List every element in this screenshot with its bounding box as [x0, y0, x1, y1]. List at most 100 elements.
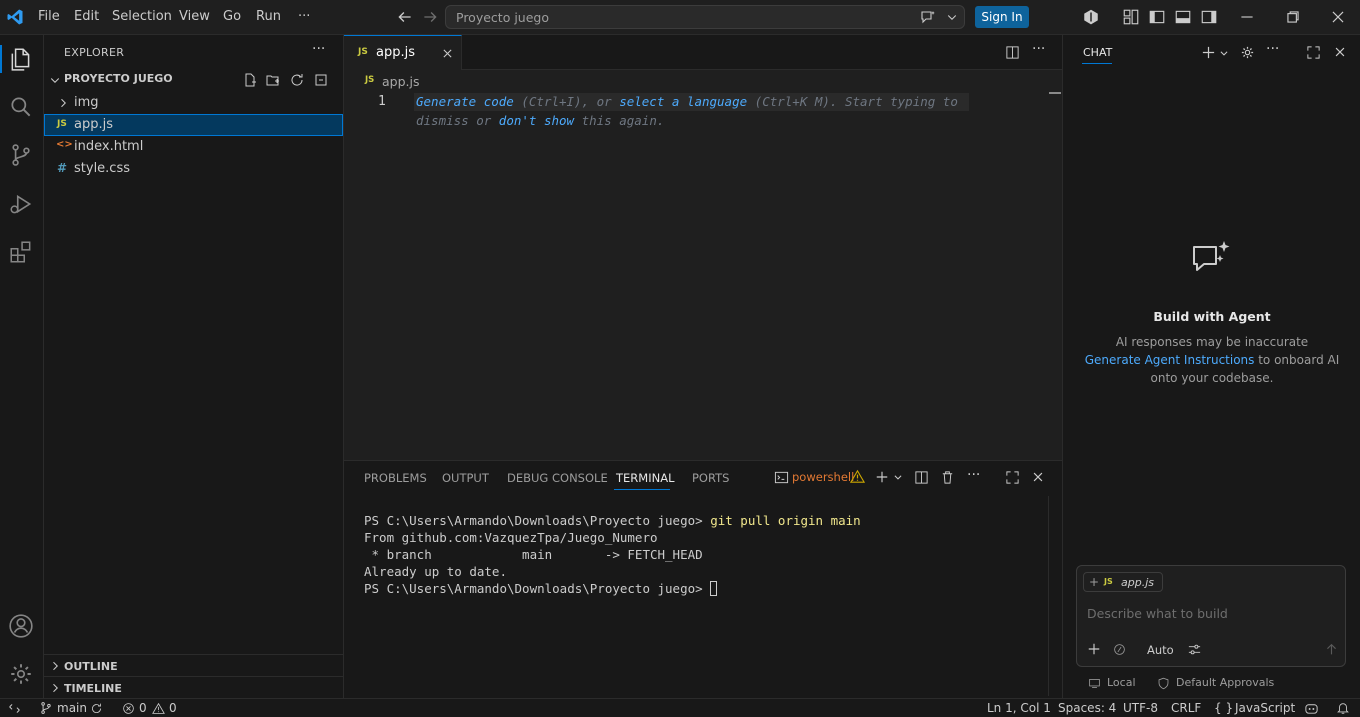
error-count[interactable]: 0	[139, 701, 147, 715]
send-arrow-icon[interactable]	[1325, 643, 1338, 656]
new-terminal-icon[interactable]	[875, 470, 889, 484]
chat-settings-gear-icon[interactable]	[1240, 45, 1255, 60]
language-mode[interactable]: JavaScript	[1235, 701, 1295, 715]
terminal-scrollbar[interactable]	[1048, 496, 1049, 696]
chevron-down-icon[interactable]	[893, 472, 903, 482]
chat-sparkle-icon[interactable]	[920, 9, 936, 25]
panel-tab-output[interactable]: OUTPUT	[442, 471, 489, 485]
close-chat-icon[interactable]	[1333, 45, 1347, 59]
generate-instructions-link[interactable]: Generate Agent Instructions	[1085, 353, 1255, 367]
minimize-icon[interactable]	[1238, 8, 1256, 26]
menu-run[interactable]: Run	[256, 9, 281, 24]
command-center-search[interactable]: Proyecto juego	[445, 5, 965, 29]
copilot-icon[interactable]	[1082, 8, 1100, 26]
breadcrumb[interactable]: app.js	[382, 74, 420, 89]
sync-icon[interactable]	[90, 702, 103, 715]
panel-tab-debug-console[interactable]: DEBUG CONSOLE	[507, 471, 608, 485]
cursor-position[interactable]: Ln 1, Col 1	[987, 701, 1051, 715]
menu-selection[interactable]: Selection	[112, 9, 172, 24]
customize-layout-icon[interactable]	[1122, 8, 1140, 26]
chat-input-placeholder[interactable]: Describe what to build	[1087, 606, 1228, 621]
outline-section[interactable]: OUTLINE	[44, 654, 343, 676]
line-endings[interactable]: CRLF	[1171, 701, 1201, 715]
restore-icon[interactable]	[1284, 8, 1302, 26]
menu-more[interactable]: ···	[298, 9, 310, 24]
configure-tools-icon[interactable]	[1187, 642, 1202, 657]
menu-go[interactable]: Go	[223, 9, 241, 24]
notifications-bell-icon[interactable]	[1336, 701, 1350, 715]
panel-tab-ports[interactable]: PORTS	[692, 471, 729, 485]
toggle-primary-sidebar-icon[interactable]	[1148, 8, 1166, 26]
chat-more-button[interactable]: ···	[1266, 41, 1279, 57]
encoding[interactable]: UTF-8	[1123, 701, 1158, 715]
add-attachment-icon[interactable]	[1087, 642, 1101, 656]
new-chat-icon[interactable]	[1201, 45, 1216, 60]
extensions-icon[interactable]	[8, 239, 34, 265]
tab-app-js[interactable]: JS app.js	[344, 35, 462, 70]
toggle-secondary-sidebar-icon[interactable]	[1200, 8, 1218, 26]
add-context-icon[interactable]: +	[1089, 575, 1099, 589]
panel-tab-problems[interactable]: PROBLEMS	[364, 471, 427, 485]
local-computer-icon[interactable]	[1088, 677, 1101, 690]
copilot-status-icon[interactable]	[1304, 701, 1319, 716]
menu-edit[interactable]: Edit	[74, 9, 99, 24]
back-arrow-icon[interactable]	[396, 8, 414, 26]
tree-item-app-js[interactable]: JS app.js	[44, 114, 343, 136]
warning-icon[interactable]	[152, 702, 165, 715]
editor-area[interactable]: JS app.js 1 Generate code (Ctrl+I), or s…	[344, 70, 1062, 460]
approvals-label[interactable]: Default Approvals	[1176, 676, 1274, 689]
terminal-line-5[interactable]: PS C:\Users\Armando\Downloads\Proyecto j…	[364, 581, 718, 596]
chevron-down-icon[interactable]	[946, 11, 958, 23]
collapse-all-icon[interactable]	[313, 72, 329, 88]
remote-icon[interactable]	[8, 702, 21, 715]
toggle-panel-icon[interactable]	[1174, 8, 1192, 26]
menu-file[interactable]: File	[38, 9, 60, 24]
tools-icon[interactable]	[1113, 643, 1126, 656]
tab-close-icon[interactable]	[441, 47, 454, 60]
source-control-icon[interactable]	[8, 142, 34, 168]
generate-code-link[interactable]: Generate code	[416, 94, 514, 109]
new-folder-icon[interactable]	[265, 72, 281, 88]
dont-show-link[interactable]: don't show	[499, 113, 574, 128]
shell-name[interactable]: powershell	[792, 470, 854, 484]
error-icon[interactable]	[122, 702, 135, 715]
warning-icon[interactable]	[850, 469, 865, 484]
indentation[interactable]: Spaces: 4	[1058, 701, 1116, 715]
refresh-icon[interactable]	[289, 72, 305, 88]
explorer-more-button[interactable]: ···	[312, 41, 325, 57]
forward-arrow-icon[interactable]	[421, 8, 439, 26]
panel-more-button[interactable]: ···	[967, 467, 980, 483]
window-close-icon[interactable]	[1329, 8, 1347, 26]
panel-tab-terminal[interactable]: TERMINAL	[616, 471, 674, 485]
split-editor-icon[interactable]	[1005, 45, 1020, 60]
select-language-link[interactable]: select a language	[619, 94, 747, 109]
menu-view[interactable]: View	[179, 9, 210, 24]
tree-item-index-html[interactable]: <> index.html	[44, 136, 343, 158]
sign-in-button[interactable]: Sign In	[975, 6, 1029, 28]
close-panel-icon[interactable]	[1031, 470, 1045, 484]
shield-icon[interactable]	[1157, 677, 1170, 690]
settings-gear-icon[interactable]	[8, 661, 34, 687]
editor-more-button[interactable]: ···	[1032, 41, 1045, 57]
mode-picker[interactable]: Auto	[1147, 643, 1174, 657]
search-icon[interactable]	[8, 94, 34, 120]
chat-title[interactable]: CHAT	[1083, 46, 1112, 59]
explorer-icon[interactable]	[8, 46, 34, 72]
tree-item-img[interactable]: img	[44, 92, 343, 114]
local-label[interactable]: Local	[1107, 676, 1136, 689]
branch-name[interactable]: main	[57, 701, 87, 715]
warning-count[interactable]: 0	[169, 701, 177, 715]
new-file-icon[interactable]	[242, 72, 258, 88]
maximize-panel-icon[interactable]	[1005, 470, 1020, 485]
split-terminal-icon[interactable]	[914, 470, 929, 485]
chat-input-box[interactable]: + JS app.js Describe what to build Auto	[1076, 565, 1346, 667]
accounts-icon[interactable]	[8, 613, 34, 639]
maximize-chat-icon[interactable]	[1306, 45, 1321, 60]
run-debug-icon[interactable]	[8, 191, 34, 217]
timeline-section[interactable]: TIMELINE	[44, 676, 343, 698]
folder-header[interactable]: PROYECTO JUEGO	[44, 69, 343, 91]
chevron-down-icon[interactable]	[1219, 48, 1229, 58]
trash-icon[interactable]	[940, 470, 955, 485]
context-chip[interactable]: + JS app.js	[1083, 572, 1163, 592]
git-branch-icon[interactable]	[39, 701, 53, 715]
